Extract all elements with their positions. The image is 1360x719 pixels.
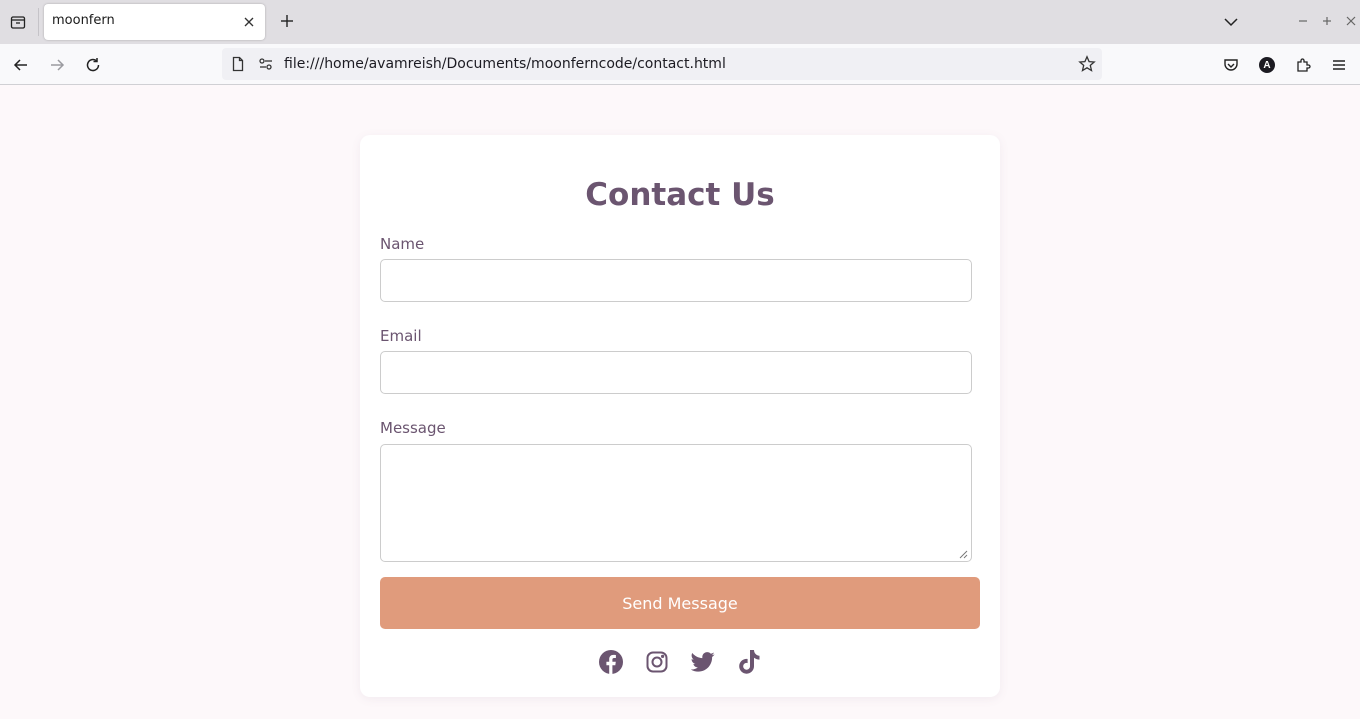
reload-icon[interactable] xyxy=(81,53,105,77)
resize-grip-icon[interactable] xyxy=(958,549,968,559)
facebook-icon[interactable] xyxy=(599,649,623,675)
email-label: Email xyxy=(380,327,422,345)
menu-icon[interactable] xyxy=(1328,54,1350,76)
new-tab-icon[interactable] xyxy=(276,10,298,32)
window-close-icon[interactable] xyxy=(1343,13,1359,29)
tiktok-icon[interactable] xyxy=(737,649,761,675)
navigation-toolbar: file:///home/avamreish/Documents/moonfer… xyxy=(0,44,1360,85)
url-text[interactable]: file:///home/avamreish/Documents/moonfer… xyxy=(284,56,726,72)
twitter-icon[interactable] xyxy=(691,649,715,675)
name-input[interactable] xyxy=(380,259,972,302)
close-icon[interactable] xyxy=(241,14,257,30)
address-bar[interactable]: file:///home/avamreish/Documents/moonfer… xyxy=(222,48,1102,80)
message-wrapper xyxy=(360,444,1000,562)
name-label: Name xyxy=(380,235,425,253)
page-title: Contact Us xyxy=(585,177,775,213)
tab-active[interactable]: moonfern xyxy=(44,4,265,40)
page-viewport: Contact Us Name Email Message Send Messa… xyxy=(0,85,1360,719)
email-input[interactable] xyxy=(380,351,972,394)
pocket-icon[interactable] xyxy=(1220,54,1242,76)
tab-title: moonfern xyxy=(52,13,115,28)
star-icon[interactable] xyxy=(1078,55,1096,73)
maximize-icon[interactable] xyxy=(1319,13,1335,29)
instagram-icon[interactable] xyxy=(645,649,669,675)
send-message-button[interactable]: Send Message xyxy=(380,577,980,629)
account-avatar: A xyxy=(1259,57,1275,73)
tab-separator xyxy=(38,8,39,36)
tab-list-icon[interactable] xyxy=(6,10,30,34)
chevron-down-icon[interactable] xyxy=(1220,12,1242,32)
tab-bar: moonfern xyxy=(0,0,1360,44)
page-icon xyxy=(230,56,246,72)
extensions-icon[interactable] xyxy=(1292,54,1314,76)
minimize-icon[interactable] xyxy=(1295,13,1311,29)
social-links xyxy=(360,649,1000,677)
message-label: Message xyxy=(380,419,446,437)
back-arrow-icon[interactable] xyxy=(9,53,33,77)
forward-arrow-icon[interactable] xyxy=(45,53,69,77)
account-icon[interactable]: A xyxy=(1256,54,1278,76)
contact-card: Contact Us Name Email Message Send Messa… xyxy=(360,135,1000,697)
permissions-icon[interactable] xyxy=(258,56,274,72)
message-textarea[interactable] xyxy=(380,444,972,562)
